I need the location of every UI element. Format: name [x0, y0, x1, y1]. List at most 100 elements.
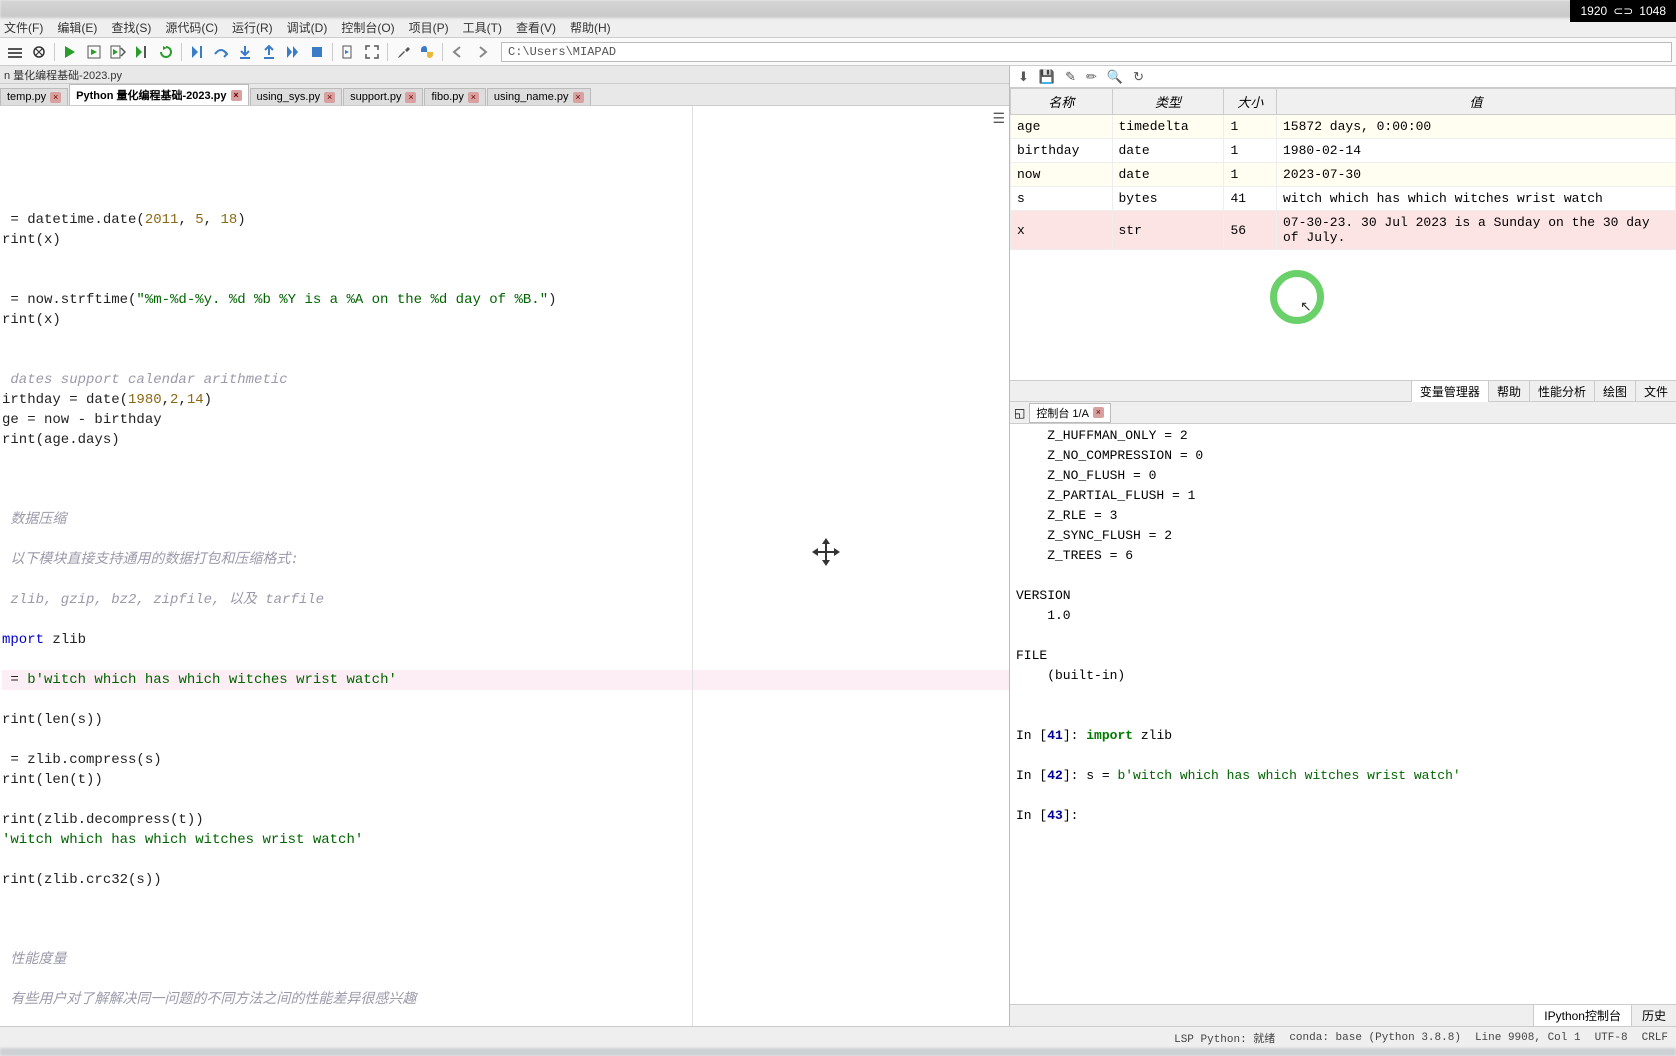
- col-size[interactable]: 大小: [1224, 89, 1277, 115]
- run-cell-advance-button[interactable]: [107, 41, 129, 63]
- variable-row[interactable]: birthdaydate11980-02-14: [1011, 139, 1676, 163]
- cursor-icon: ↖: [1300, 298, 1312, 315]
- code-editor[interactable]: ☰ = datetime.date(2011, 5, 18)rint(x) = …: [0, 106, 1009, 1026]
- stop-button[interactable]: [306, 41, 328, 63]
- refresh-icon[interactable]: ↻: [1133, 69, 1144, 85]
- rerun-button[interactable]: [155, 41, 177, 63]
- debug-button[interactable]: [186, 41, 208, 63]
- console-line: 1.0: [1016, 606, 1670, 626]
- badge-link-icon: ⊂⊃: [1613, 4, 1633, 18]
- menu-item[interactable]: 调试(D): [287, 19, 328, 36]
- file-tab[interactable]: support.py×: [343, 88, 423, 105]
- menu-item[interactable]: 查找(S): [111, 19, 151, 36]
- editor-line: [2, 790, 1009, 810]
- menu-item[interactable]: 工具(T): [463, 19, 502, 36]
- file-tab[interactable]: Python 量化编程基础-2023.py ×: [69, 84, 248, 105]
- file-tab-label: Python 量化编程基础-2023.py: [76, 87, 226, 103]
- console-tab[interactable]: 控制台 1/A ×: [1029, 403, 1111, 423]
- main-toolbar: C:\Users\MIAPAD: [0, 38, 1676, 66]
- variable-cell-size: 41: [1224, 187, 1277, 211]
- console-line: Z_TREES = 6: [1016, 546, 1670, 566]
- menu-item[interactable]: 文件(F): [4, 19, 43, 36]
- click-highlight-ring: [1270, 270, 1324, 324]
- menu-item[interactable]: 项目(P): [409, 19, 449, 36]
- pane-tab[interactable]: 变量管理器: [1411, 381, 1488, 402]
- menu-bar: 文件(F) 编辑(E) 查找(S) 源代码(C) 运行(R) 调试(D) 控制台(O) 项目(…: [0, 18, 1676, 38]
- pane-tab[interactable]: 性能分析: [1529, 381, 1594, 402]
- close-icon[interactable]: ×: [50, 92, 61, 103]
- variable-row[interactable]: agetimedelta115872 days, 0:00:00: [1011, 115, 1676, 139]
- console-input-line: In [41]: import zlib: [1016, 726, 1670, 746]
- variable-cell-value: witch which has which witches wrist watc…: [1277, 187, 1676, 211]
- status-eol: CRLF: [1642, 1032, 1668, 1044]
- col-type[interactable]: 类型: [1112, 89, 1224, 115]
- python-path-button[interactable]: [416, 41, 438, 63]
- search-icon[interactable]: 🔍: [1107, 69, 1123, 85]
- pane-tab[interactable]: 帮助: [1488, 381, 1529, 402]
- close-icon[interactable]: ×: [231, 90, 242, 101]
- editor-options-icon[interactable]: ☰: [992, 110, 1005, 130]
- pane-tab[interactable]: 文件: [1635, 381, 1676, 402]
- file-tab[interactable]: using_sys.py×: [250, 88, 343, 105]
- editor-line: [2, 450, 1009, 470]
- editor-line: rint(age.days): [2, 430, 1009, 450]
- file-tab[interactable]: fibo.py×: [424, 88, 485, 105]
- forward-button[interactable]: [471, 41, 493, 63]
- console-line: [1016, 686, 1670, 706]
- col-name[interactable]: 名称: [1011, 89, 1113, 115]
- variable-table: 名称 类型 大小 值 agetimedelta115872 days, 0:00…: [1010, 88, 1676, 250]
- step-in-button[interactable]: [234, 41, 256, 63]
- file-tab[interactable]: temp.py ×: [0, 88, 68, 105]
- preferences-button[interactable]: [392, 41, 414, 63]
- toolbar-btn[interactable]: [28, 41, 50, 63]
- console-popout-icon[interactable]: ◱: [1014, 406, 1025, 420]
- variable-cell-type: timedelta: [1112, 115, 1224, 139]
- menu-item[interactable]: 编辑(E): [57, 19, 97, 36]
- continue-button[interactable]: [282, 41, 304, 63]
- ipython-console[interactable]: Z_HUFFMAN_ONLY = 2 Z_NO_COMPRESSION = 0 …: [1010, 424, 1676, 1004]
- file-tab[interactable]: using_name.py×: [487, 88, 591, 105]
- variable-cell-type: str: [1112, 211, 1224, 250]
- working-dir-input[interactable]: C:\Users\MIAPAD: [501, 42, 1672, 62]
- variable-row[interactable]: sbytes41witch which has which witches wr…: [1011, 187, 1676, 211]
- step-out-button[interactable]: [258, 41, 280, 63]
- import-data-icon[interactable]: ⬇: [1018, 69, 1029, 85]
- variable-cell-type: date: [1112, 163, 1224, 187]
- variable-cell-value: 1980-02-14: [1277, 139, 1676, 163]
- editor-line: rint(x): [2, 310, 1009, 330]
- close-icon[interactable]: ×: [468, 92, 479, 103]
- variable-row[interactable]: xstr5607-30-23. 30 Jul 2023 is a Sunday …: [1011, 211, 1676, 250]
- editor-line: [2, 1010, 1009, 1026]
- save-data-icon[interactable]: 💾: [1039, 69, 1055, 85]
- close-icon[interactable]: ×: [324, 92, 335, 103]
- variable-row[interactable]: nowdate12023-07-30: [1011, 163, 1676, 187]
- run-selection-button[interactable]: [131, 41, 153, 63]
- maximize-button[interactable]: [361, 41, 383, 63]
- back-button[interactable]: [447, 41, 469, 63]
- menu-item[interactable]: 控制台(O): [341, 19, 394, 36]
- working-dir-text: C:\Users\MIAPAD: [508, 45, 616, 59]
- pane-tab[interactable]: IPython控制台: [1533, 1005, 1631, 1026]
- variable-cell-size: 56: [1224, 211, 1277, 250]
- menu-item[interactable]: 源代码(C): [165, 19, 218, 36]
- file-tab-label: temp.py: [7, 91, 46, 103]
- close-icon[interactable]: ×: [1093, 407, 1104, 418]
- debug-file-button[interactable]: [337, 41, 359, 63]
- run-cell-button[interactable]: [83, 41, 105, 63]
- editor-line: mport zlib: [2, 630, 1009, 650]
- col-value[interactable]: 值: [1277, 89, 1676, 115]
- edit-icon[interactable]: ✏: [1086, 69, 1097, 85]
- pane-tab[interactable]: 历史: [1631, 1005, 1676, 1026]
- editor-line: rint(len(s)): [2, 710, 1009, 730]
- close-icon[interactable]: ×: [573, 92, 584, 103]
- menu-item[interactable]: 帮助(H): [570, 19, 611, 36]
- toolbar-btn[interactable]: [4, 41, 26, 63]
- step-over-button[interactable]: [210, 41, 232, 63]
- menu-item[interactable]: 运行(R): [232, 19, 273, 36]
- menu-item[interactable]: 查看(V): [516, 19, 556, 36]
- console-tab-label: 控制台 1/A: [1036, 405, 1089, 421]
- pane-tab[interactable]: 绘图: [1594, 381, 1635, 402]
- save-as-icon[interactable]: ✎: [1065, 69, 1076, 85]
- close-icon[interactable]: ×: [405, 92, 416, 103]
- run-button[interactable]: [59, 41, 81, 63]
